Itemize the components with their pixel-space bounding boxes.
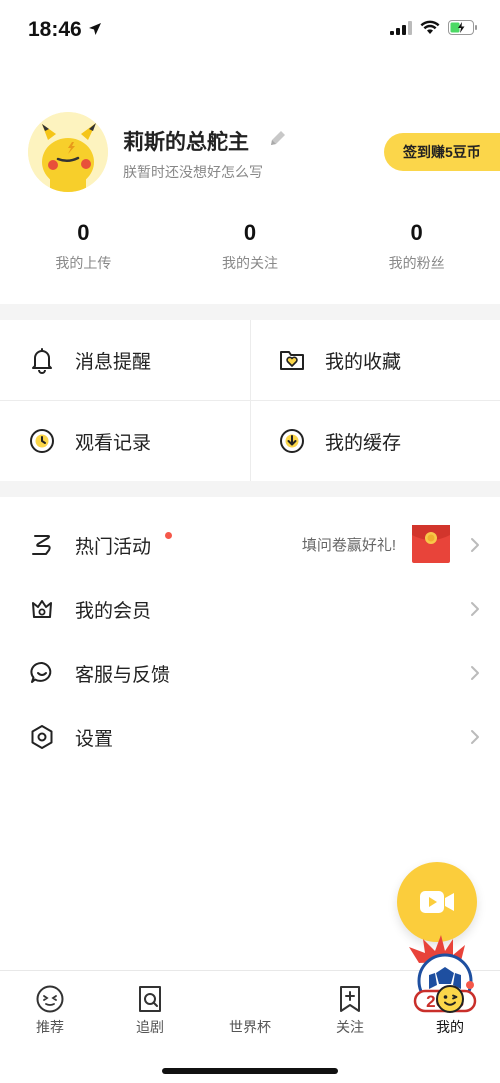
grid-item-cache[interactable]: 我的缓存 xyxy=(250,401,500,481)
promo-text: 填问卷赢好礼! xyxy=(301,537,396,554)
tab-me[interactable]: 我的 xyxy=(400,971,500,1041)
grid-item-messages[interactable]: 消息提醒 xyxy=(0,320,250,400)
grid-item-label: 我的收藏 xyxy=(325,351,402,373)
signal-icon xyxy=(390,20,412,35)
stat-fans[interactable]: 0 我的粉丝 xyxy=(333,218,500,278)
section-divider xyxy=(0,481,500,497)
tab-label: 我的 xyxy=(436,1019,464,1035)
username: 莉斯的总舵主 xyxy=(123,131,249,154)
stat-uploads[interactable]: 0 我的上传 xyxy=(0,218,167,278)
chevron-right-icon xyxy=(471,538,479,552)
tab-label: 世界杯 xyxy=(229,1019,271,1035)
download-icon xyxy=(280,429,304,453)
grid-item-history[interactable]: 观看记录 xyxy=(0,401,250,481)
list-item-settings[interactable]: 设置 xyxy=(0,705,500,769)
stat-label: 我的粉丝 xyxy=(388,255,445,271)
tab-recommend[interactable]: 推荐 xyxy=(0,971,100,1041)
red-envelope-icon xyxy=(412,525,450,563)
bottom-tab-bar: 推荐 追剧 2018 世界杯 关注 xyxy=(0,935,500,1083)
clock-icon xyxy=(30,429,54,453)
tab-label: 推荐 xyxy=(36,1019,64,1035)
home-indicator xyxy=(162,1068,338,1074)
crown-icon xyxy=(32,600,52,618)
notification-dot xyxy=(165,532,172,539)
chevron-right-icon xyxy=(471,666,479,680)
menu-list: 热门活动 填问卷赢好礼! 我的会员 客服与反馈 设置 xyxy=(0,513,500,769)
grid-item-label: 消息提醒 xyxy=(75,351,152,373)
stat-label: 我的上传 xyxy=(55,255,112,271)
activity-icon xyxy=(32,535,51,555)
chat-icon xyxy=(30,662,52,683)
bell-icon xyxy=(32,348,52,374)
stat-value: 0 xyxy=(243,220,257,245)
heart-folder-icon xyxy=(280,351,304,370)
edit-pencil-icon[interactable] xyxy=(268,128,288,148)
stat-label: 我的关注 xyxy=(222,255,278,271)
stats-row: 0 我的上传 0 我的关注 0 我的粉丝 xyxy=(0,218,500,278)
tab-follow[interactable]: 关注 xyxy=(300,971,400,1041)
status-bar: 18:46 xyxy=(0,0,500,60)
list-item-membership[interactable]: 我的会员 xyxy=(0,577,500,641)
chevron-right-icon xyxy=(471,730,479,744)
checkin-button[interactable]: 签到赚5豆币 xyxy=(384,133,500,171)
pikachu-avatar-icon xyxy=(28,112,108,192)
tab-worldcup[interactable]: 2018 世界杯 xyxy=(200,935,477,1041)
stat-value: 0 xyxy=(410,220,423,245)
status-indicators xyxy=(390,20,478,35)
stat-value: 0 xyxy=(77,220,90,245)
status-time: 18:46 xyxy=(28,18,82,41)
follow-drama-icon xyxy=(139,986,161,1012)
tab-drama[interactable]: 追剧 xyxy=(100,971,200,1041)
avatar[interactable] xyxy=(28,112,108,192)
list-item-events[interactable]: 热门活动 填问卷赢好礼! xyxy=(0,513,500,577)
list-item-label: 我的会员 xyxy=(75,600,152,622)
settings-hex-icon xyxy=(31,725,53,749)
tab-label: 关注 xyxy=(336,1019,364,1035)
notification-dot xyxy=(466,981,474,989)
me-icon xyxy=(436,985,464,1013)
section-divider xyxy=(0,304,500,320)
profile-header: 莉斯的总舵主 朕暂时还没想好怎么写 签到赚5豆币 xyxy=(0,112,500,192)
battery-icon xyxy=(448,20,477,35)
video-camera-icon xyxy=(420,891,454,913)
user-bio: 朕暂时还没想好怎么写 xyxy=(123,164,263,180)
tab-label: 追剧 xyxy=(136,1019,164,1035)
list-item-support[interactable]: 客服与反馈 xyxy=(0,641,500,705)
follow-icon xyxy=(340,986,360,1012)
chevron-right-icon xyxy=(471,602,479,616)
location-arrow-icon xyxy=(89,23,101,35)
grid-item-label: 观看记录 xyxy=(75,432,152,454)
list-item-label: 热门活动 xyxy=(75,536,152,558)
upload-video-button[interactable] xyxy=(397,862,477,942)
list-item-label: 客服与反馈 xyxy=(75,664,171,686)
wifi-icon xyxy=(420,20,440,34)
feature-grid: 消息提醒 我的收藏 观看记录 我的缓存 xyxy=(0,320,500,481)
list-item-label: 设置 xyxy=(75,728,114,750)
stat-following[interactable]: 0 我的关注 xyxy=(167,218,334,278)
grid-item-label: 我的缓存 xyxy=(325,432,402,454)
grid-item-favorites[interactable]: 我的收藏 xyxy=(250,320,500,400)
recommend-icon xyxy=(36,985,64,1013)
